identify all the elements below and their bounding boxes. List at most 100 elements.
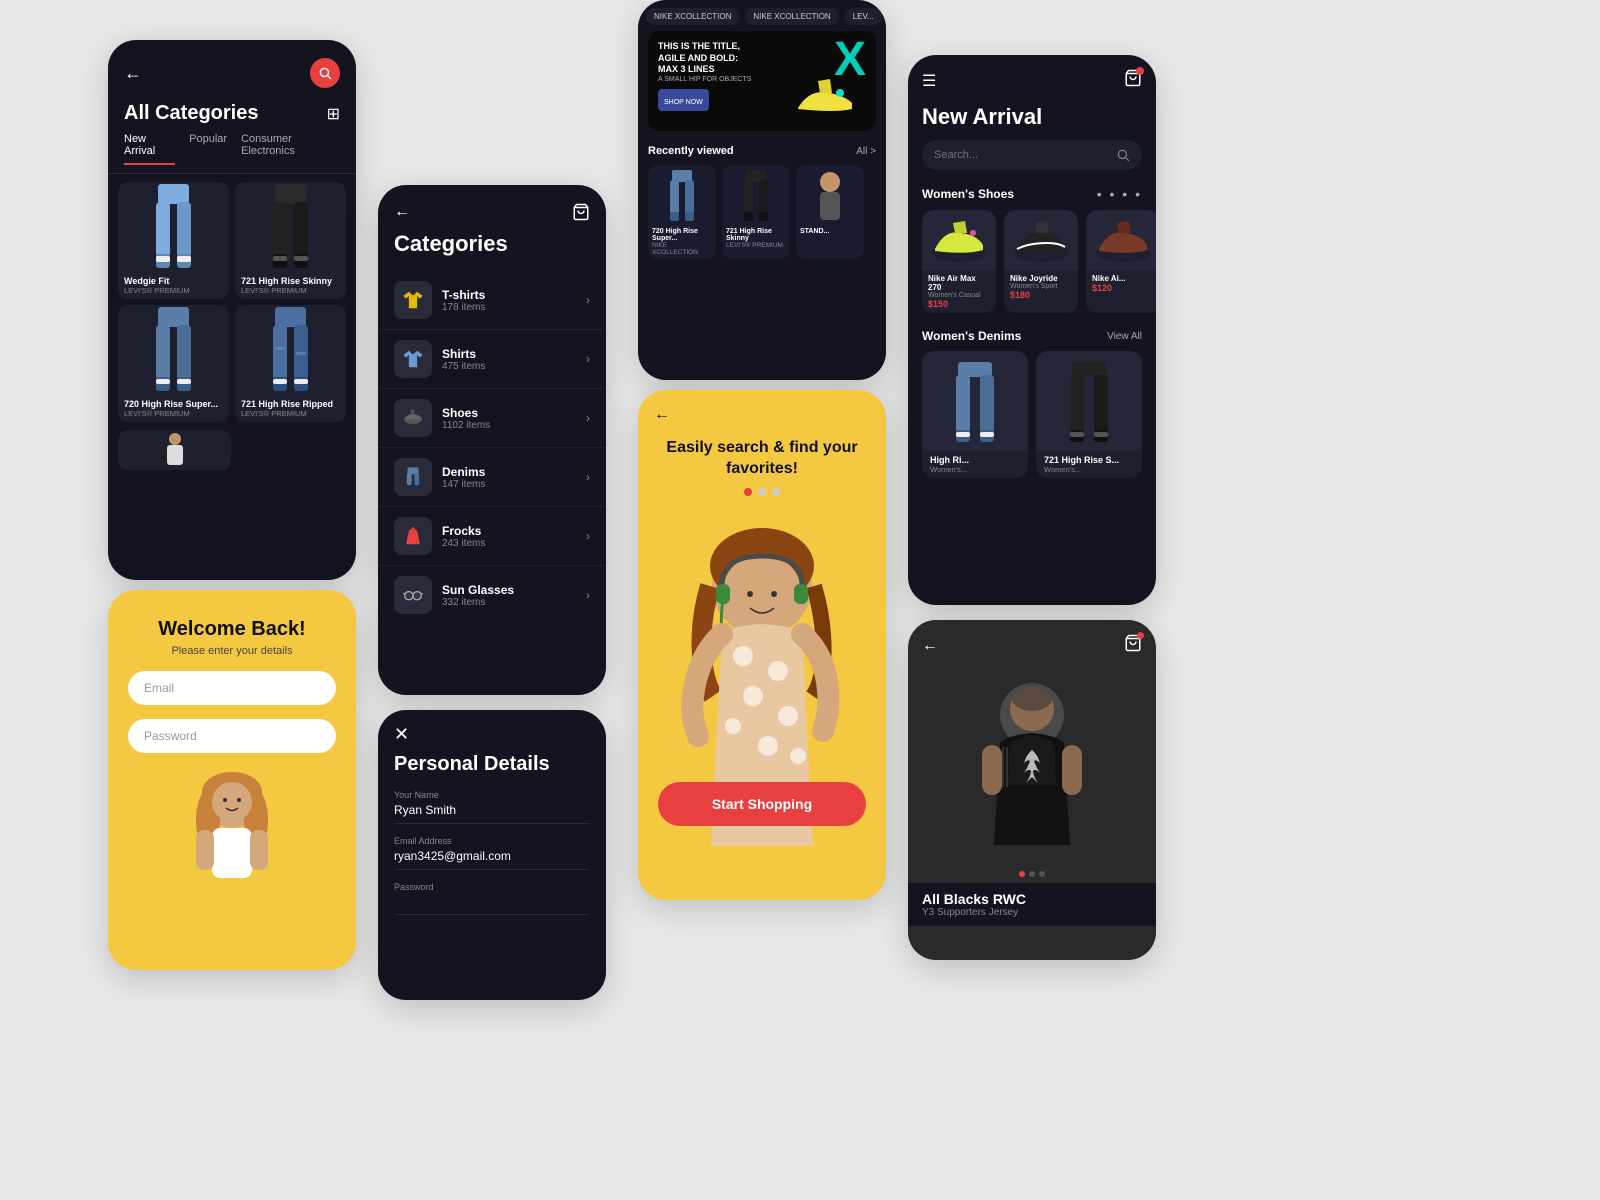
allcat-title-row: All Categories ⊞ — [108, 98, 356, 133]
category-item-frocks[interactable]: Frocks 243 items › — [378, 507, 606, 566]
password-label: Password — [394, 882, 590, 892]
email-field[interactable]: Email — [128, 671, 336, 705]
product-info: All Blacks RWC Y3 Supporters Jersey — [908, 883, 1156, 926]
arrow-icon: › — [586, 470, 590, 484]
shoe-item-1[interactable]: Nike Air Max 270 Women's Casual $150 — [922, 210, 996, 313]
shoes-section-title: Women's Shoes — [922, 187, 1014, 201]
shoe-image — [1004, 210, 1078, 270]
cart-button[interactable] — [1124, 69, 1142, 92]
denim-sub: Women's... — [930, 465, 1020, 474]
name-value[interactable]: Ryan Smith — [394, 803, 590, 824]
product-item[interactable]: 721 High Rise Skinny LEVI'S® PREMIUM — [235, 182, 346, 299]
dot-2[interactable] — [758, 488, 766, 496]
recent-item-name: 721 High Rise Skinny — [726, 228, 786, 242]
shoes-section-header: Women's Shoes • • • • — [908, 182, 1156, 210]
email-label: Email Address — [394, 836, 590, 846]
shoe-item-3[interactable]: Nike Ai... $120 — [1086, 210, 1156, 313]
welcome-title: Welcome Back! — [128, 618, 336, 641]
category-count: 475 items — [442, 361, 586, 372]
category-item-shirts[interactable]: Shirts 475 items › — [378, 330, 606, 389]
denim-item-1[interactable]: High Ri... Women's... — [922, 351, 1028, 478]
cart-badge-dot — [1136, 67, 1144, 75]
indicator-dot-3[interactable] — [1039, 871, 1045, 877]
product-item[interactable]: 721 High Rise Ripped LEVI'S® PREMIUM — [235, 305, 346, 422]
dot-1[interactable] — [744, 488, 752, 496]
sunglasses-icon — [394, 576, 432, 614]
category-info: Shoes 1102 items — [442, 406, 586, 431]
nike-tab-3[interactable]: LEV... — [845, 8, 882, 25]
grid-icon[interactable]: ⊞ — [327, 104, 340, 124]
card-categories-list: ← Categories T-shirts 178 items › Shirts… — [378, 185, 606, 695]
recent-item-name: STAND... — [800, 228, 860, 235]
category-count: 178 items — [442, 302, 586, 313]
nike-tab-2[interactable]: NIKE XCOLLECTION — [745, 8, 838, 25]
indicator-dot-2[interactable] — [1029, 871, 1035, 877]
denim-item-2[interactable]: 721 High Rise S... Women's... — [1036, 351, 1142, 478]
denim-image — [1036, 351, 1142, 451]
catlist-title: Categories — [378, 231, 606, 271]
shoe-info: Nike Ai... $120 — [1086, 270, 1156, 297]
hero-cta[interactable]: SHOP NOW — [664, 99, 703, 106]
denims-section-title: Women's Denims — [922, 329, 1021, 343]
search-bar[interactable] — [922, 140, 1142, 170]
search-tagline-text: Easily search & find your favorites! — [658, 438, 866, 480]
category-count: 1102 items — [442, 420, 586, 431]
back-icon[interactable]: ← — [654, 406, 670, 424]
recent-item-3[interactable]: STAND... — [796, 165, 864, 259]
product-item[interactable]: 720 High Rise Super... LEVI'S® PREMIUM — [118, 305, 229, 422]
category-item-shoes[interactable]: Shoes 1102 items › — [378, 389, 606, 448]
recent-item-image — [648, 165, 716, 225]
denim-name: 721 High Rise S... — [1044, 455, 1134, 465]
category-info: Shirts 475 items — [442, 347, 586, 372]
recently-viewed-header: Recently viewed All > — [638, 137, 886, 161]
recent-item-1[interactable]: 720 High Rise Super... NIKE XCOLLECTION — [648, 165, 716, 259]
recent-item-2[interactable]: 721 High Rise Skinny LEVI'S® PREMIUM — [722, 165, 790, 259]
badge-dot — [1137, 632, 1144, 639]
shoe-item-2[interactable]: Nike Joyride Women's Sport $180 — [1004, 210, 1078, 313]
all-link[interactable]: All > — [856, 146, 876, 157]
menu-icon[interactable]: ☰ — [922, 71, 936, 91]
category-item-tshirts[interactable]: T-shirts 178 items › — [378, 271, 606, 330]
category-item-sunglasses[interactable]: Sun Glasses 332 items › — [378, 566, 606, 624]
recent-item-image — [796, 165, 864, 225]
tab-new-arrival[interactable]: New Arrival — [124, 133, 175, 165]
player-photo-area — [908, 665, 1156, 865]
nike-tab-1[interactable]: NIKE XCOLLECTION — [646, 8, 739, 25]
welcome-subtitle: Please enter your details — [128, 645, 336, 657]
allcat-product-grid: Wedgie Fit LEVI'S® PREMIUM 721 High Rise… — [108, 174, 356, 430]
indicator-dot-1[interactable] — [1019, 871, 1025, 877]
cart-icon[interactable] — [572, 203, 590, 221]
product-brand: LEVI'S® PREMIUM — [241, 409, 340, 418]
back-icon[interactable]: ← — [124, 63, 142, 84]
denim-sub: Women's... — [1044, 465, 1134, 474]
product-label: 721 High Rise Ripped LEVI'S® PREMIUM — [235, 395, 346, 422]
close-button[interactable]: ✕ — [378, 710, 606, 749]
product-item[interactable]: Wedgie Fit LEVI'S® PREMIUM — [118, 182, 229, 299]
back-icon[interactable]: ← — [394, 203, 410, 221]
denim-info: 721 High Rise S... Women's... — [1036, 451, 1142, 478]
name-label: Your Name — [394, 790, 590, 800]
category-name: Frocks — [442, 524, 586, 538]
card-welcome: Welcome Back! Please enter your details … — [108, 590, 356, 970]
tab-popular[interactable]: Popular — [189, 133, 227, 165]
email-value[interactable]: ryan3425@gmail.com — [394, 849, 590, 870]
allblacks-header: ← — [908, 620, 1156, 665]
category-item-denims[interactable]: Denims 147 items › — [378, 448, 606, 507]
product-item-partial[interactable] — [118, 430, 231, 470]
arrival-header: ☰ — [908, 55, 1156, 100]
shoe-sub: Women's Casual — [928, 292, 990, 299]
shoe-name: Nike Ai... — [1092, 274, 1154, 283]
search-button[interactable] — [310, 58, 340, 88]
dot-3[interactable] — [772, 488, 780, 496]
hero-title-3: MAX 3 LINES — [658, 64, 751, 76]
product-image — [235, 305, 346, 395]
password-value[interactable] — [394, 895, 590, 915]
tab-consumer-electronics[interactable]: Consumer Electronics — [241, 133, 340, 165]
view-all-link[interactable]: View All — [1107, 331, 1142, 342]
cart-button[interactable] — [1124, 634, 1142, 657]
shoes-nav-dots[interactable]: • • • • — [1097, 186, 1142, 202]
password-field[interactable]: Password — [128, 719, 336, 753]
search-input[interactable] — [934, 149, 1116, 161]
back-icon[interactable]: ← — [922, 637, 938, 655]
start-shopping-button[interactable]: Start Shopping — [658, 782, 866, 826]
